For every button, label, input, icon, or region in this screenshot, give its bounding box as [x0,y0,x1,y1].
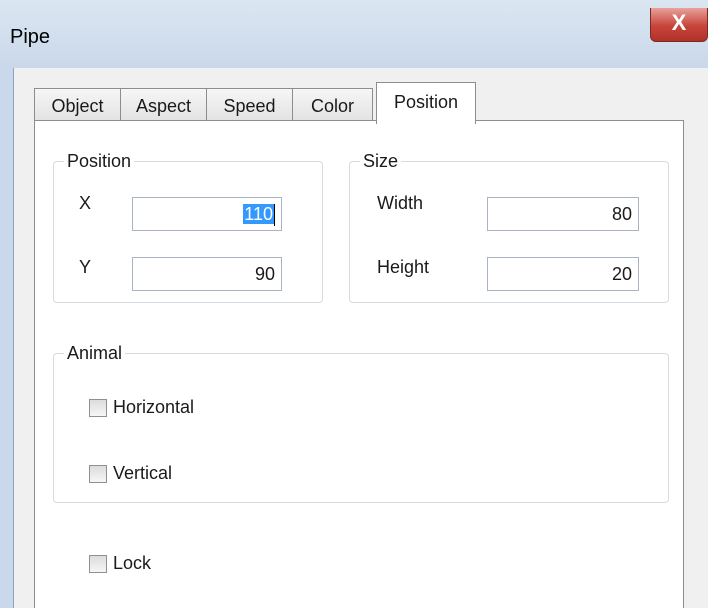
dialog-client-area: Object Aspect Speed Color Position Posit… [14,68,708,608]
tab-color[interactable]: Color [292,88,373,122]
lock-checkbox-label: Lock [113,553,152,573]
size-group-label: Size [363,151,399,171]
lock-checkbox[interactable]: Lock [89,553,151,574]
position-group-label: Position [67,151,132,171]
y-label: Y [79,257,92,277]
text-caret [274,204,275,227]
vertical-checkbox-box[interactable] [89,464,107,483]
height-input[interactable]: 20 [487,257,639,291]
tab-position[interactable]: Position [376,82,476,124]
close-icon: X [671,10,687,35]
window-frame-left [0,68,14,608]
x-input[interactable]: 110 [132,197,282,231]
position-tab-panel: Position X 110 Y 90 Size Width 80 Height… [34,120,684,608]
horizontal-checkbox[interactable]: Horizontal [89,397,194,418]
x-label: X [79,193,92,213]
height-label: Height [377,257,430,277]
animal-group-label: Animal [67,343,123,363]
vertical-checkbox-label: Vertical [113,463,173,483]
tab-aspect[interactable]: Aspect [120,88,207,122]
title-bar: Pipe X [0,0,708,68]
horizontal-checkbox-box[interactable] [89,398,107,417]
window-title: Pipe [10,26,51,48]
y-input[interactable]: 90 [132,257,282,291]
tab-object[interactable]: Object [34,88,121,122]
lock-checkbox-box[interactable] [89,554,107,573]
horizontal-checkbox-label: Horizontal [113,397,195,417]
width-label: Width [377,193,424,213]
close-button[interactable]: X [650,8,708,42]
width-input[interactable]: 80 [487,197,639,231]
tab-speed[interactable]: Speed [206,88,293,122]
vertical-checkbox[interactable]: Vertical [89,463,172,484]
x-value: 110 [243,204,274,224]
